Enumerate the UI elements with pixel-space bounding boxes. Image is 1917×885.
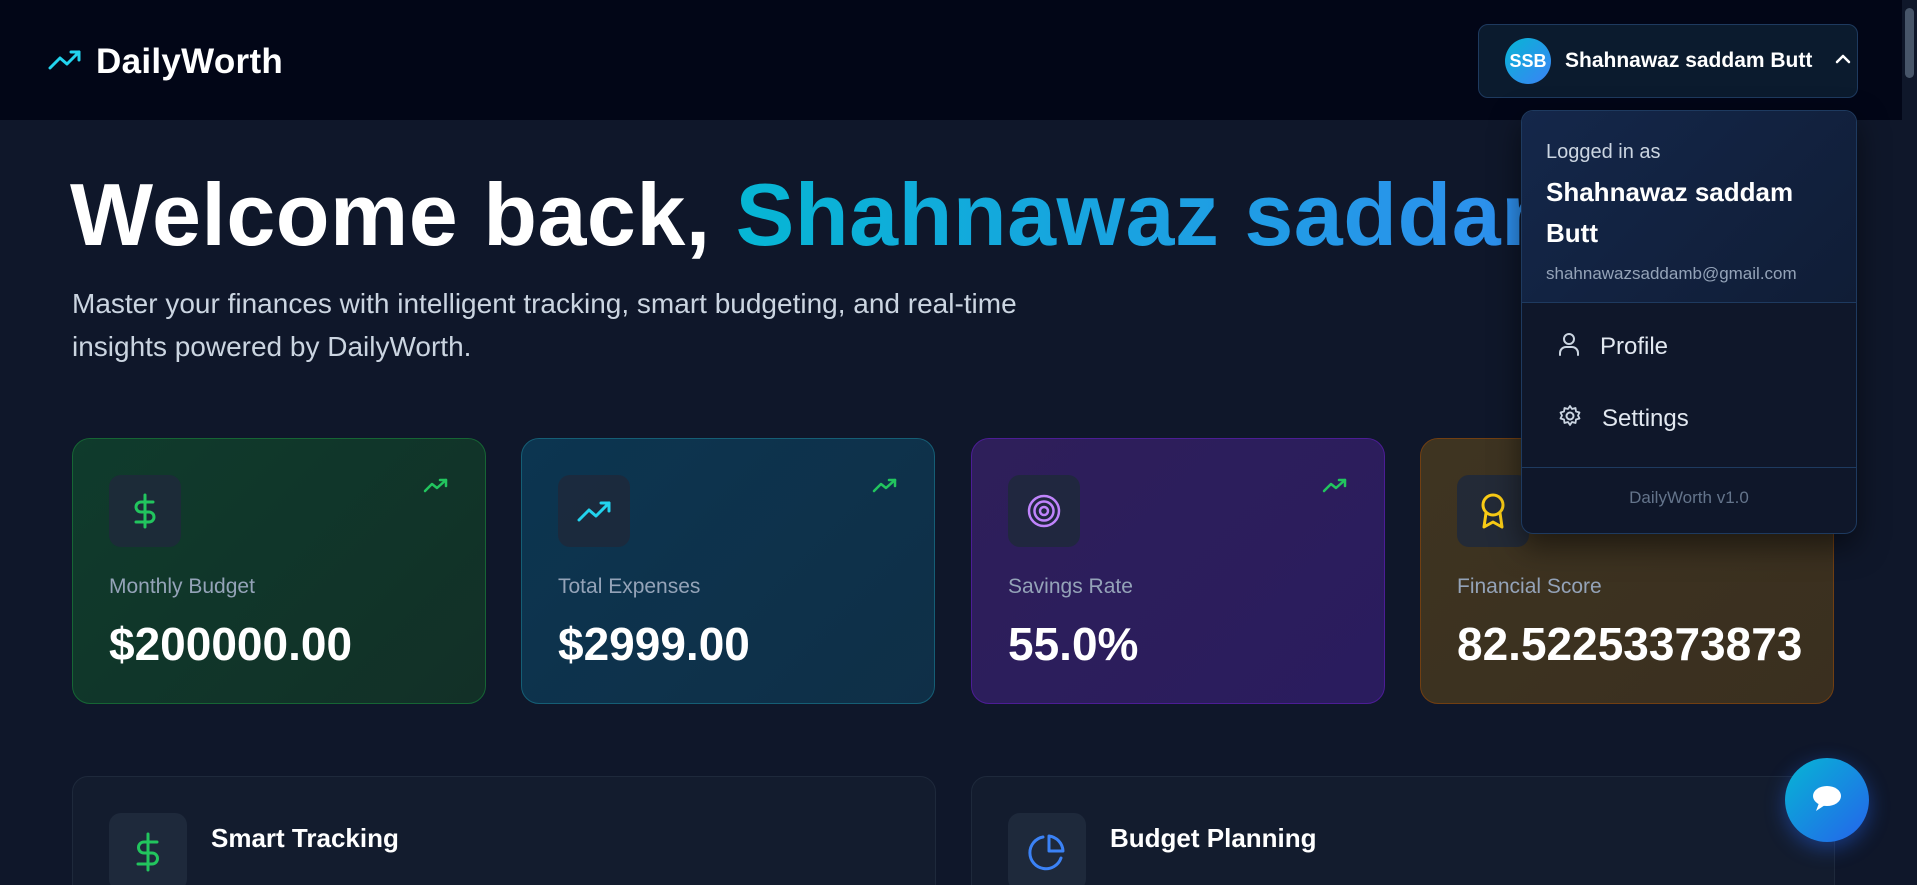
trending-up-icon [558, 475, 630, 547]
menu-item-settings[interactable]: Settings [1522, 383, 1856, 455]
stat-label: Monthly Budget [109, 575, 255, 598]
top-header: DailyWorth SSB Shahnawaz saddam Butt [0, 0, 1917, 120]
stat-value: $2999.00 [558, 618, 750, 670]
hero-subtitle: Master your finances with intelligent tr… [72, 288, 1017, 362]
dollar-icon [109, 475, 181, 547]
gear-icon [1558, 404, 1582, 435]
feature-card-smart-tracking: Smart Tracking [72, 776, 936, 885]
stat-value: 82.52253373873 [1457, 618, 1801, 670]
trending-up-icon [423, 477, 449, 498]
brand-title: DailyWorth [96, 42, 284, 81]
user-dropdown-menu: Logged in as Shahnawaz saddam Butt shahn… [1521, 110, 1857, 534]
dropdown-user-name: Shahnawaz saddam Butt [1546, 177, 1794, 248]
stat-value: $200000.00 [109, 618, 353, 670]
pie-chart-icon [1008, 813, 1086, 885]
stat-label: Total Expenses [558, 575, 701, 598]
feature-card-budget-planning: Budget Planning [971, 776, 1835, 885]
stat-card-monthly-budget: Monthly Budget $200000.00 [72, 438, 486, 704]
logged-in-label: Logged in as [1546, 141, 1661, 163]
menu-item-label: Profile [1600, 333, 1669, 360]
target-icon [1008, 475, 1080, 547]
avatar: SSB [1505, 38, 1551, 84]
app-version: DailyWorth v1.0 [1629, 488, 1749, 507]
stat-label: Savings Rate [1008, 575, 1133, 598]
dropdown-user-info: Logged in as Shahnawaz saddam Butt shahn… [1522, 111, 1856, 303]
stat-value: 55.0% [1008, 618, 1139, 670]
dollar-icon [109, 813, 187, 885]
chevron-up-icon [1834, 52, 1852, 70]
trending-up-icon [872, 477, 898, 498]
menu-item-label: Settings [1602, 405, 1689, 432]
user-menu-button[interactable]: SSB Shahnawaz saddam Butt [1478, 24, 1858, 98]
chat-bubble-icon [1810, 783, 1844, 818]
award-icon [1457, 475, 1529, 547]
user-name: Shahnawaz saddam Butt [1565, 49, 1813, 72]
feature-title: Smart Tracking [211, 823, 399, 853]
trending-up-icon [1322, 477, 1348, 498]
stat-card-savings-rate: Savings Rate 55.0% [971, 438, 1385, 704]
dropdown-items: Profile Settings [1522, 303, 1856, 468]
dropdown-user-email: shahnawazsaddamb@gmail.com [1546, 264, 1797, 283]
user-icon [1558, 332, 1580, 363]
greeting-text: Welcome back, [70, 165, 736, 264]
brand[interactable]: DailyWorth [48, 42, 283, 82]
scrollbar-thumb[interactable] [1905, 8, 1914, 78]
trending-up-icon [48, 49, 82, 76]
page-scrollbar[interactable] [1902, 0, 1917, 885]
menu-item-profile[interactable]: Profile [1522, 311, 1856, 383]
stat-card-total-expenses: Total Expenses $2999.00 [521, 438, 935, 704]
feature-title: Budget Planning [1110, 823, 1317, 853]
stat-label: Financial Score [1457, 575, 1602, 598]
chat-button[interactable] [1785, 758, 1869, 842]
